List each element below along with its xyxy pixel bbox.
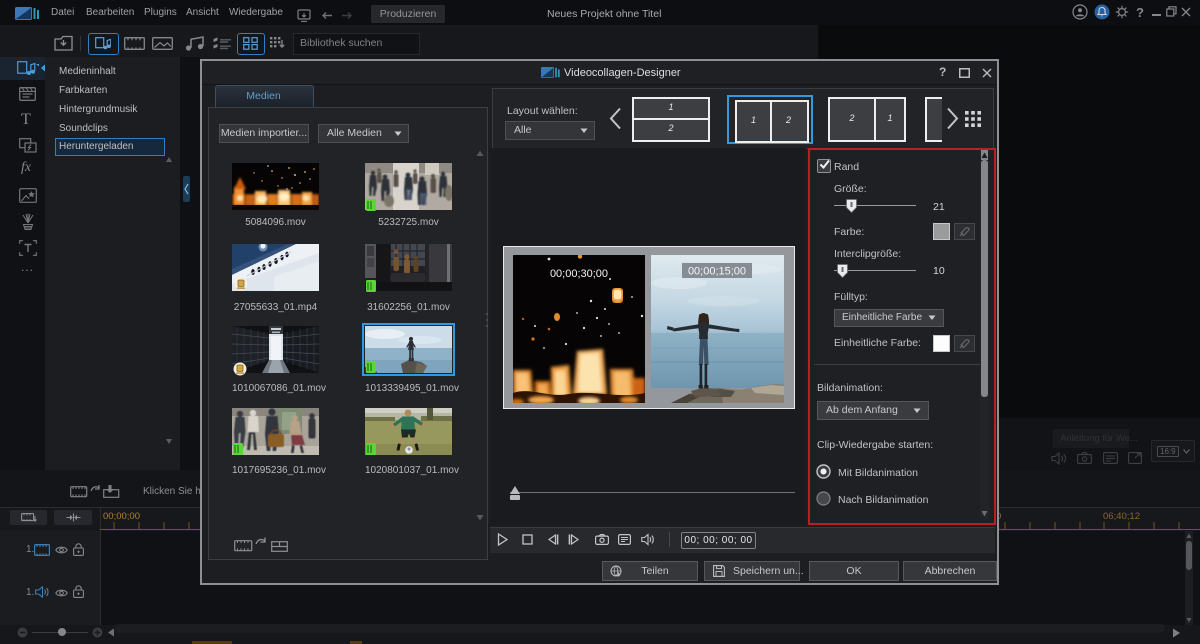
svg-text:00;00;30;00: 00;00;30;00 [550, 268, 608, 280]
svg-text:00;00;15;00: 00;00;15;00 [688, 266, 746, 278]
